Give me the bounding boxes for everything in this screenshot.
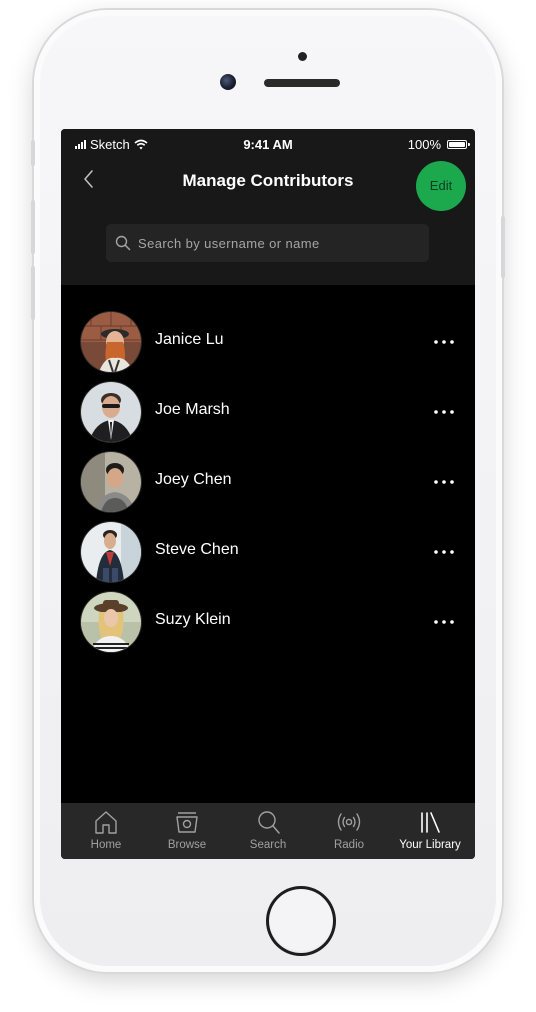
more-options-icon[interactable]: [431, 402, 457, 422]
volume-up-button: [31, 200, 35, 254]
contributor-name: Joey Chen: [155, 471, 232, 488]
list-item[interactable]: Janice Lu: [61, 312, 475, 376]
home-button[interactable]: [266, 886, 336, 956]
app-screen: Sketch 9:41 AM 100% Manage Contributors …: [61, 129, 475, 859]
list-item[interactable]: Steve Chen: [61, 522, 475, 586]
avatar: [81, 592, 141, 652]
search-icon: [258, 811, 280, 834]
list-item[interactable]: Suzy Klein: [61, 592, 475, 656]
search-icon: [115, 235, 131, 251]
tab-home[interactable]: Home: [65, 803, 147, 859]
contributor-name: Steve Chen: [155, 541, 239, 558]
avatar: [81, 382, 141, 442]
search-input[interactable]: [138, 224, 408, 262]
avatar: [81, 522, 141, 582]
status-bar: Sketch 9:41 AM 100%: [61, 129, 475, 159]
header-bar: Sketch 9:41 AM 100% Manage Contributors …: [61, 129, 475, 285]
browse-icon: [176, 812, 198, 833]
front-camera: [220, 74, 236, 90]
proximity-sensor: [298, 52, 307, 61]
more-options-icon[interactable]: [431, 612, 457, 632]
power-button: [501, 216, 505, 278]
battery-icon: [447, 140, 470, 149]
contributor-name: Joe Marsh: [155, 401, 230, 418]
more-options-icon[interactable]: [431, 332, 457, 352]
home-icon: [95, 811, 117, 834]
contributor-name: Janice Lu: [155, 331, 224, 348]
list-item[interactable]: Joey Chen: [61, 452, 475, 516]
tab-radio[interactable]: Radio: [308, 803, 390, 859]
tab-label: Browse: [167, 839, 207, 851]
battery-percent: 100%: [407, 137, 441, 152]
tab-label: Home: [90, 839, 122, 851]
volume-down-button: [31, 266, 35, 320]
radio-icon: [337, 813, 361, 831]
mute-switch: [31, 140, 35, 166]
list-item[interactable]: Joe Marsh: [61, 382, 475, 446]
edit-button[interactable]: Edit: [416, 161, 466, 211]
earpiece-speaker: [264, 79, 340, 87]
tab-label: Your Library: [399, 839, 461, 851]
avatar: [81, 452, 141, 512]
tab-browse[interactable]: Browse: [146, 803, 228, 859]
tab-label: Search: [249, 839, 287, 851]
contributor-name: Suzy Klein: [155, 611, 231, 628]
library-icon: [421, 812, 440, 833]
avatar: [81, 312, 141, 372]
tab-bar: Home Browse Search Radio Your Library: [61, 803, 475, 859]
search-field[interactable]: [106, 224, 429, 262]
tab-your-library[interactable]: Your Library: [389, 803, 471, 859]
tab-label: Radio: [333, 839, 365, 851]
page-title: Manage Contributors: [182, 171, 354, 190]
tab-search[interactable]: Search: [227, 803, 309, 859]
more-options-icon[interactable]: [431, 472, 457, 492]
more-options-icon[interactable]: [431, 542, 457, 562]
